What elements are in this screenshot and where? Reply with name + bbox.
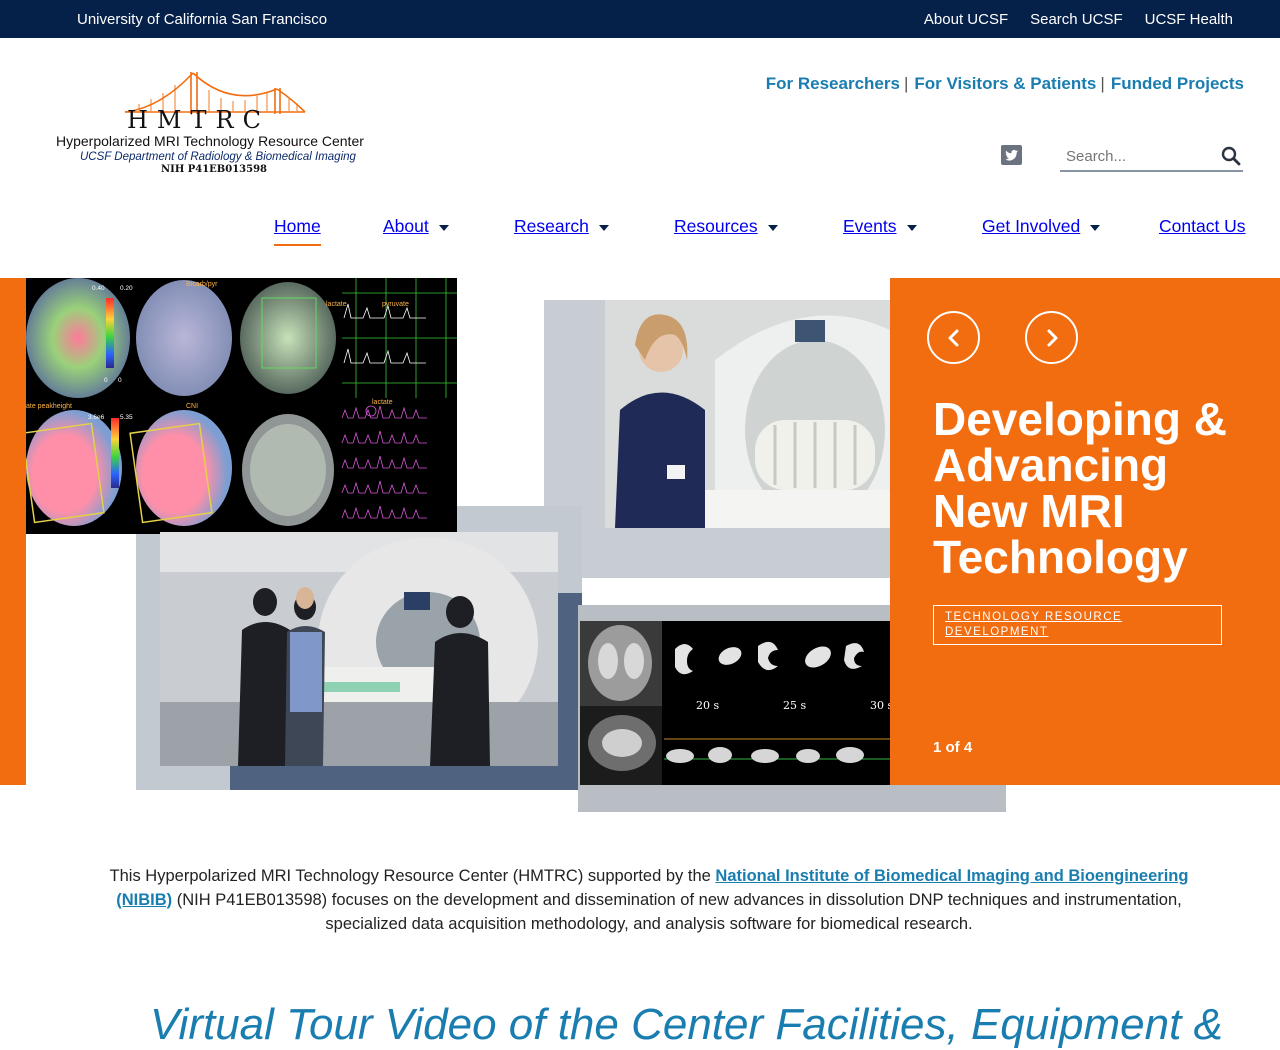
caret-down-icon	[767, 225, 778, 231]
nav-research[interactable]: Research	[514, 216, 609, 237]
scale-label: 0	[118, 377, 122, 384]
logo-full-name: Hyperpolarized MRI Technology Resource C…	[56, 133, 364, 149]
logo-department: UCSF Department of Radiology & Biomedica…	[80, 151, 356, 163]
dynamic-scan-series: 20 s 25 s 30 s	[580, 621, 893, 785]
hero-category-tag[interactable]: TECHNOLOGY RESOURCE DEVELOPMENT	[933, 605, 1222, 645]
scan-label: CNI	[186, 403, 198, 410]
nav-about[interactable]: About	[383, 216, 449, 237]
intro-paragraph: This Hyperpolarized MRI Technology Resou…	[88, 864, 1210, 936]
nav-contact-us[interactable]: Contact Us	[1159, 216, 1246, 237]
scan-label: lactate	[326, 301, 347, 308]
search-ucsf-link[interactable]: Search UCSF	[1030, 11, 1123, 28]
nav-home-label: Home	[274, 216, 321, 236]
time-label: 30 s	[870, 699, 890, 712]
scan-label: Bicarb/pyr	[186, 281, 218, 288]
nav-resources[interactable]: Resources	[674, 216, 778, 237]
chevron-right-icon	[1047, 329, 1058, 347]
ucsf-health-link[interactable]: UCSF Health	[1145, 11, 1233, 28]
nav-resources-label: Resources	[674, 216, 758, 236]
about-ucsf-link[interactable]: About UCSF	[924, 11, 1008, 28]
hero-headline: Developing & Advancing New MRI Technolog…	[933, 393, 1227, 583]
main-nav: Home About Research Resources Events Get…	[274, 216, 1246, 248]
twitter-icon[interactable]	[1001, 145, 1022, 165]
nav-events[interactable]: Events	[843, 216, 917, 237]
for-researchers-link[interactable]: For Researchers	[766, 74, 900, 94]
nav-about-label: About	[383, 216, 429, 236]
nav-get-involved[interactable]: Get Involved	[982, 216, 1101, 237]
search-icon[interactable]	[1221, 146, 1241, 166]
hmtrc-logo[interactable]: HMTRC Hyperpolarized MRI Technology Reso…	[55, 68, 385, 180]
hero-caption-panel: Developing & Advancing New MRI Technolog…	[890, 278, 1280, 785]
scale-label: 0.40	[92, 285, 105, 292]
time-label: 25 s	[783, 699, 806, 712]
carousel-counter: 1 of 4	[933, 739, 973, 756]
brain-scan-figure: Bicarb/pyr lactate pyruvate lactate ate …	[21, 278, 457, 534]
logo-acronym: HMTRC	[127, 106, 270, 134]
scale-label: 0.20	[120, 285, 133, 292]
brain-scan-graphic: Bicarb/pyr lactate pyruvate lactate ate …	[21, 278, 457, 526]
nav-contact-us-label: Contact Us	[1159, 216, 1246, 236]
intro-text-start: This Hyperpolarized MRI Technology Resou…	[109, 867, 716, 885]
caret-down-icon	[906, 225, 917, 231]
intro-text-end: (NIH P41EB013598) focuses on the develop…	[172, 891, 1182, 933]
ucsf-home-link[interactable]: University of California San Francisco	[77, 11, 327, 28]
ucsf-top-links: About UCSF Search UCSF UCSF Health	[924, 11, 1233, 28]
caret-down-icon	[1090, 225, 1101, 231]
photo-technician-with-coil	[605, 300, 890, 528]
funded-projects-link[interactable]: Funded Projects	[1111, 74, 1244, 94]
search-input[interactable]	[1060, 144, 1210, 168]
caret-down-icon	[438, 225, 449, 231]
nav-separator: |	[1100, 74, 1105, 93]
caret-down-icon	[598, 225, 609, 231]
time-label: 20 s	[696, 699, 719, 712]
scale-label: 3.6e6	[88, 414, 105, 421]
nav-research-label: Research	[514, 216, 589, 236]
nav-separator: |	[903, 74, 909, 93]
carousel-previous-button[interactable]	[927, 311, 980, 364]
scan-label: pyruvate	[382, 301, 409, 308]
nav-events-label: Events	[843, 216, 897, 236]
logo-grant-number: NIH P41EB013598	[161, 164, 268, 175]
photo-team-at-mri-scanner	[160, 532, 558, 766]
scan-label: lactate	[372, 399, 393, 406]
hero-accent-bar	[0, 278, 26, 785]
chevron-left-icon	[948, 329, 959, 347]
hero-carousel: Bicarb/pyr lactate pyruvate lactate ate …	[0, 278, 1280, 812]
scan-label: ate peakheight	[26, 403, 72, 410]
carousel-next-button[interactable]	[1025, 311, 1078, 364]
ucsf-top-bar: University of California San Francisco A…	[0, 0, 1280, 38]
audience-nav: For Researchers | For Visitors & Patient…	[766, 74, 1244, 94]
scale-label: 5.35	[120, 414, 133, 421]
scale-label: 0	[104, 377, 108, 384]
nav-get-involved-label: Get Involved	[982, 216, 1081, 236]
site-search	[1060, 141, 1243, 172]
nav-home[interactable]: Home	[274, 216, 321, 246]
virtual-tour-heading: Virtual Tour Video of the Center Facilit…	[150, 1000, 1223, 1049]
for-visitors-patients-link[interactable]: For Visitors & Patients	[914, 74, 1096, 94]
